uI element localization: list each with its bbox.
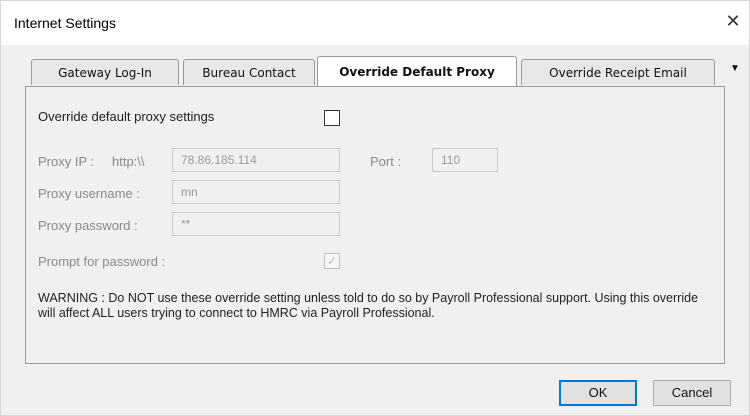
proxy-password-input[interactable]: ** <box>172 212 340 236</box>
tab-bureau-contact[interactable]: Bureau Contact <box>183 59 315 85</box>
tab-gateway-log-in[interactable]: Gateway Log-In <box>31 59 179 85</box>
title-bar: Internet Settings ✕ <box>1 1 749 45</box>
override-proxy-panel: Override default proxy settings Proxy IP… <box>25 86 725 364</box>
tab-override-receipt-email[interactable]: Override Receipt Email <box>521 59 715 85</box>
proxy-ip-label: Proxy IP : <box>38 154 95 169</box>
proxy-username-label: Proxy username : <box>38 186 140 201</box>
close-icon[interactable]: ✕ <box>723 11 743 31</box>
override-proxy-label: Override default proxy settings <box>38 109 215 124</box>
override-proxy-checkbox[interactable] <box>324 110 340 126</box>
chevron-down-icon[interactable]: ▼ <box>730 63 740 74</box>
port-label: Port : <box>370 154 402 169</box>
proxy-ip-input[interactable]: 78.86.185.114 <box>172 148 340 172</box>
prompt-password-label: Prompt for password : <box>38 254 166 269</box>
dialog-title: Internet Settings <box>14 15 116 31</box>
proxy-ip-prefix: http:\\ <box>112 154 145 169</box>
warning-text: WARNING : Do NOT use these override sett… <box>38 291 699 320</box>
proxy-password-label: Proxy password : <box>38 218 138 233</box>
internet-settings-dialog: Internet Settings ✕ Gateway Log-In Burea… <box>0 0 750 416</box>
dialog-body: Gateway Log-In Bureau Contact Override D… <box>1 45 749 415</box>
proxy-username-input[interactable]: mn <box>172 180 340 204</box>
tab-override-default-proxy[interactable]: Override Default Proxy <box>317 56 517 86</box>
port-input[interactable]: 110 <box>432 148 498 172</box>
prompt-password-checkbox[interactable]: ✓ <box>324 253 340 269</box>
cancel-button[interactable]: Cancel <box>653 380 731 406</box>
ok-button[interactable]: OK <box>559 380 637 406</box>
